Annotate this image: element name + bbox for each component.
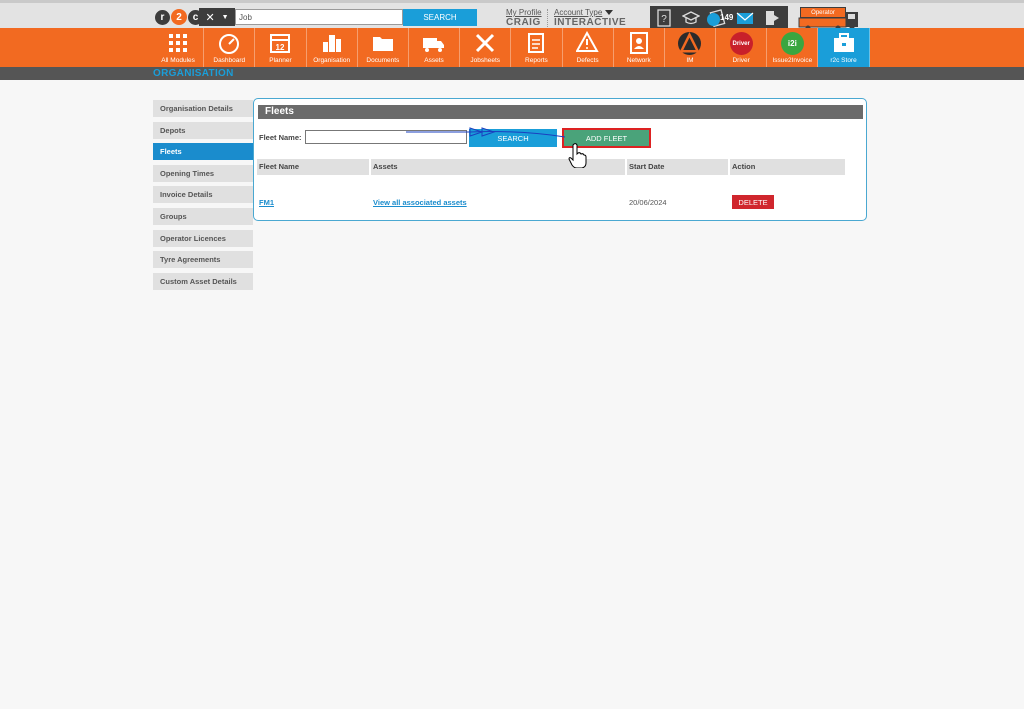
nav-label: IM — [686, 57, 694, 64]
nav-network[interactable]: Network — [614, 28, 665, 67]
hand-cursor-icon — [568, 143, 587, 168]
table-row: FM1 View all associated assets 20/06/202… — [257, 194, 849, 210]
utility-icons: ? 149 — [650, 6, 788, 30]
nav-label: Planner — [269, 57, 292, 64]
graduation-cap-icon — [681, 11, 700, 25]
speedometer-icon — [219, 34, 240, 54]
fleets-panel: Fleets Fleet Name: SEARCH ADD FLEET Flee… — [253, 98, 867, 221]
buildings-icon — [322, 35, 341, 52]
i2i-icon: i2i — [780, 32, 804, 55]
logo-letter: 2 — [171, 9, 187, 25]
fleet-name-link[interactable]: FM1 — [259, 198, 274, 207]
nav-assets[interactable]: Assets — [409, 28, 461, 67]
nav-label: Driver — [732, 57, 750, 64]
account-type-link[interactable]: Account Type — [554, 8, 602, 17]
search-type-dropdown[interactable]: ✕ ▼ — [199, 8, 235, 26]
truck-icon — [423, 38, 445, 52]
section-title: ORGANISATION — [153, 68, 234, 79]
svg-text:?: ? — [661, 14, 667, 25]
my-profile-link[interactable]: My Profile — [506, 8, 546, 17]
nav-label: Organisation — [313, 57, 351, 64]
nav-label: Network — [626, 57, 651, 64]
user-name: CRAIG — [506, 17, 541, 28]
view-assets-link[interactable]: View all associated assets — [373, 198, 467, 207]
notification-badge — [707, 13, 720, 26]
top-search-button[interactable]: SEARCH — [403, 9, 477, 26]
tools-icon — [476, 33, 495, 53]
nav-defects[interactable]: Defects — [563, 28, 614, 67]
help-button[interactable]: ? — [650, 6, 677, 30]
clipboard-icon — [528, 33, 545, 53]
contacts-icon — [629, 32, 648, 54]
r2c-logo[interactable]: r 2 c — [155, 9, 203, 25]
logo-letter: r — [155, 9, 170, 25]
nav-label: Reports — [525, 57, 548, 64]
calendar-day: 12 — [276, 43, 285, 52]
calendar-icon: 12 — [270, 34, 291, 53]
fleets-table-header: Fleet Name Assets Start Date Action — [257, 159, 849, 175]
nav-label: All Modules — [161, 57, 195, 64]
nav-planner[interactable]: 12 Planner — [255, 28, 307, 67]
sidebar-item-tyre-agreements[interactable]: Tyre Agreements — [153, 251, 253, 269]
account-type[interactable]: Account Type INTERACTIVE — [554, 8, 644, 28]
nav-label: r2c Store — [830, 57, 857, 64]
sidebar-item-opening-times[interactable]: Opening Times — [153, 164, 253, 182]
sidebar-item-groups[interactable]: Groups — [153, 207, 253, 225]
job-search-input[interactable] — [235, 9, 403, 25]
section-bar: ORGANISATION — [0, 67, 1024, 80]
training-button[interactable] — [677, 6, 704, 30]
sidebar-item-invoice-details[interactable]: Invoice Details — [153, 186, 253, 204]
nav-label: Issue2Invoice — [772, 57, 813, 64]
im-icon — [678, 31, 702, 55]
delete-button[interactable]: DELETE — [732, 195, 774, 209]
nav-label: Jobsheets — [470, 57, 501, 64]
nav-jobsheets[interactable]: Jobsheets — [460, 28, 512, 67]
help-icon: ? — [656, 9, 671, 27]
module-nav-bar: All Modules Dashboard 12 Planner Organis… — [0, 28, 1024, 67]
column-header: Fleet Name — [257, 159, 369, 175]
logout-button[interactable] — [758, 6, 785, 30]
folder-icon — [372, 37, 393, 51]
driver-icon: Driver — [729, 32, 753, 55]
sidebar-item-depots[interactable]: Depots — [153, 121, 253, 139]
start-date: 20/06/2024 — [629, 197, 667, 207]
warning-wrench-icon — [575, 31, 599, 52]
chevron-down-icon: ▼ — [221, 13, 229, 21]
nav-dashboard[interactable]: Dashboard — [204, 28, 256, 67]
nav-documents[interactable]: Documents — [358, 28, 409, 67]
sidebar-item-custom-asset-details[interactable]: Custom Asset Details — [153, 272, 253, 290]
nav-reports[interactable]: Reports — [511, 28, 563, 67]
column-header: Action — [730, 159, 845, 175]
envelope-icon — [736, 12, 753, 24]
nav-label: Dashboard — [213, 57, 246, 64]
organisation-sidebar: Organisation Details Depots Fleets Openi… — [153, 100, 253, 294]
notifications-button[interactable]: 149 — [704, 6, 733, 30]
fleet-name-label: Fleet Name: — [259, 133, 302, 142]
nav-r2c-store[interactable]: r2c Store — [818, 28, 870, 67]
top-bar: r 2 c ✕ ▼ SEARCH My Profile CRAIG Accoun… — [0, 0, 1024, 31]
nav-label: Defects — [576, 57, 599, 64]
account-type-value: INTERACTIVE — [554, 17, 627, 28]
messages-button[interactable] — [731, 6, 758, 30]
sidebar-item-operator-licences[interactable]: Operator Licences — [153, 229, 253, 247]
annotation-arrow — [406, 127, 566, 138]
caret-down-icon — [605, 10, 614, 15]
divider — [547, 9, 548, 27]
briefcase-icon — [833, 33, 854, 52]
nav-label: Documents — [366, 57, 400, 64]
nav-label: Assets — [424, 57, 444, 64]
grid-icon — [169, 34, 188, 52]
nav-all-modules[interactable]: All Modules — [153, 28, 205, 67]
nav-driver[interactable]: Driver Driver — [716, 28, 768, 67]
tools-icon: ✕ — [205, 11, 215, 24]
nav-issue2invoice[interactable]: i2i Issue2Invoice — [767, 28, 819, 67]
nav-im[interactable]: IM — [665, 28, 717, 67]
panel-title: Fleets — [258, 105, 863, 119]
column-header: Start Date — [627, 159, 728, 175]
my-profile[interactable]: My Profile CRAIG — [506, 8, 546, 28]
nav-organisation[interactable]: Organisation — [307, 28, 358, 67]
sidebar-item-fleets[interactable]: Fleets — [153, 143, 253, 161]
logout-icon — [765, 11, 779, 25]
sidebar-item-organisation-details[interactable]: Organisation Details — [153, 100, 253, 117]
